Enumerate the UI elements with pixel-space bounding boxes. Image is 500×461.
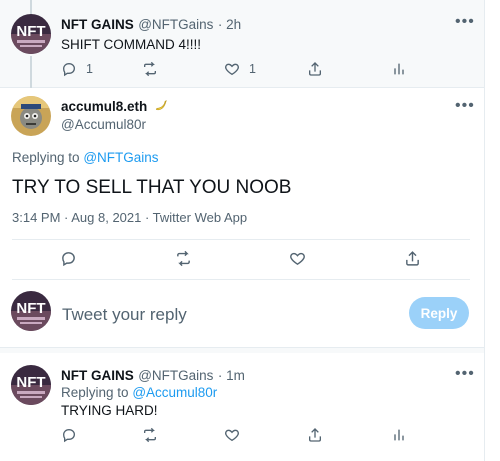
- retweet-action[interactable]: [174, 250, 193, 267]
- share-icon: [406, 251, 419, 266]
- heart-icon: [290, 252, 305, 266]
- analytics-action[interactable]: [391, 61, 407, 77]
- more-options-icon[interactable]: •••: [455, 366, 475, 382]
- nft-gains-avatar[interactable]: NFT: [11, 14, 51, 54]
- heart-icon: [225, 429, 239, 442]
- retweet-action[interactable]: [141, 61, 159, 77]
- reply-tweet-actions: [61, 427, 481, 447]
- share-action[interactable]: [404, 250, 421, 267]
- replying-to: Replying to @Accumul80r: [61, 385, 217, 400]
- replying-to-handle[interactable]: @NFTGains: [83, 150, 158, 165]
- reply-tweet-header: NFT GAINS @NFTGains · 1m: [61, 367, 245, 385]
- analytics-icon: [394, 429, 404, 441]
- context-tweet-header: NFT GAINS @NFTGains · 2h: [61, 16, 241, 34]
- retweet-icon: [177, 250, 190, 267]
- thread-line-top: [30, 0, 32, 14]
- like-count: 1: [249, 62, 256, 76]
- tweet-time[interactable]: · 1m: [218, 368, 245, 383]
- reply-icon: [62, 62, 76, 77]
- tweet-text: TRYING HARD!: [61, 403, 158, 418]
- divider: [12, 239, 470, 240]
- replying-to-label: Replying to: [12, 150, 80, 165]
- handle[interactable]: @Accumul80r: [61, 117, 146, 132]
- main-tweet-name-row: accumul8.eth: [61, 98, 168, 116]
- like-action[interactable]: [289, 250, 306, 267]
- replying-to: Replying to @NFTGains: [12, 150, 159, 165]
- nft-gains-avatar[interactable]: NFT: [11, 365, 51, 405]
- display-name[interactable]: NFT GAINS: [61, 17, 134, 32]
- accumul8-avatar[interactable]: [11, 96, 51, 136]
- replying-to-label: Replying to: [61, 385, 129, 400]
- avatar-logo-text: NFT: [16, 23, 45, 40]
- tweet-thread: NFT NFT GAINS @NFTGains · 2h ••• SHIFT C…: [0, 0, 500, 461]
- reply-action[interactable]: [61, 427, 77, 443]
- tweet-reply-input[interactable]: Tweet your reply: [62, 305, 187, 325]
- share-icon: [309, 428, 321, 442]
- composer-avatar: NFT: [11, 291, 51, 331]
- reply-button[interactable]: Reply: [409, 297, 469, 329]
- thread-line-connector: [30, 56, 32, 88]
- reply-action[interactable]: 1: [61, 61, 93, 77]
- banana-emoji-icon: [154, 99, 168, 114]
- handle[interactable]: @NFTGains: [138, 368, 213, 383]
- share-action[interactable]: [307, 427, 323, 443]
- more-options-icon[interactable]: •••: [455, 98, 475, 114]
- share-action[interactable]: [307, 61, 323, 77]
- reply-action[interactable]: [60, 250, 77, 267]
- share-icon: [309, 62, 321, 76]
- display-name[interactable]: NFT GAINS: [61, 368, 134, 383]
- main-tweet-actions: [60, 250, 480, 270]
- replying-to-handle[interactable]: @Accumul80r: [132, 385, 217, 400]
- avatar-logo-text: NFT: [16, 374, 45, 391]
- reply-icon: [62, 252, 75, 267]
- analytics-icon: [394, 63, 404, 75]
- tweet-text: SHIFT COMMAND 4!!!!: [61, 37, 202, 52]
- retweet-icon: [144, 61, 156, 77]
- tweet-time[interactable]: · 2h: [218, 17, 241, 32]
- more-options-icon[interactable]: •••: [455, 14, 475, 30]
- display-name[interactable]: accumul8.eth: [61, 99, 147, 114]
- main-tweet-text: TRY TO SELL THAT YOU NOOB: [12, 177, 292, 198]
- timeline-edge: [484, 0, 500, 461]
- section-divider: [0, 347, 484, 353]
- heart-icon: [225, 63, 239, 76]
- tweet-timestamp[interactable]: 3:14 PM · Aug 8, 2021 · Twitter Web App: [12, 210, 247, 225]
- reply-count: 1: [86, 62, 93, 76]
- avatar-logo-text: NFT: [16, 300, 45, 317]
- reply-icon: [62, 428, 76, 443]
- analytics-action[interactable]: [391, 427, 407, 443]
- context-tweet-actions: 1 1: [61, 61, 481, 81]
- like-action[interactable]: [224, 427, 240, 443]
- like-action[interactable]: 1: [224, 61, 256, 77]
- retweet-icon: [144, 427, 156, 443]
- handle[interactable]: @NFTGains: [138, 17, 213, 32]
- retweet-action[interactable]: [141, 427, 159, 443]
